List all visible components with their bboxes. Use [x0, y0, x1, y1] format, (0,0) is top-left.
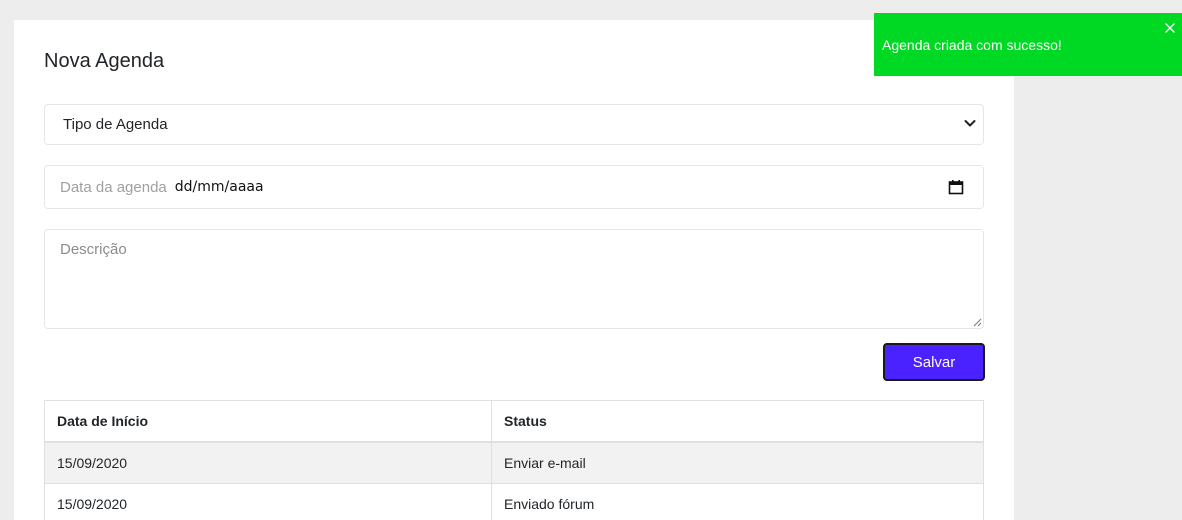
success-toast: Agenda criada com sucesso! [874, 13, 1182, 76]
chevron-down-icon [964, 120, 976, 127]
column-header-start-date: Data de Início [44, 400, 492, 443]
close-icon[interactable] [1164, 22, 1176, 34]
agenda-type-select[interactable]: Tipo de Agenda [44, 104, 984, 145]
column-header-status: Status [491, 400, 984, 443]
table-cell-status: Enviado fórum [491, 483, 984, 520]
page-title: Nova Agenda [44, 50, 165, 72]
table-row: 15/09/2020 Enviar e-mail [44, 441, 984, 484]
toast-message: Agenda criada com sucesso! [882, 37, 1062, 53]
table-header-row: Data de Início Status [44, 400, 984, 443]
agenda-date-label: Data da agenda [60, 178, 167, 196]
table-cell-status: Enviar e-mail [491, 441, 984, 484]
table-cell-start-date: 15/09/2020 [44, 483, 492, 520]
agenda-type-selected-value: Tipo de Agenda [63, 116, 168, 133]
description-textarea[interactable]: Descrição [44, 229, 984, 329]
table-cell-start-date: 15/09/2020 [44, 441, 492, 484]
agenda-table: Data de Início Status 15/09/2020 Enviar … [44, 400, 984, 520]
agenda-date-value[interactable]: dd/mm/aaaa [175, 179, 264, 195]
agenda-date-field[interactable]: Data da agenda dd/mm/aaaa [44, 165, 984, 209]
calendar-icon[interactable] [948, 179, 964, 195]
save-button[interactable]: Salvar [883, 343, 985, 381]
resize-handle-icon[interactable] [973, 318, 982, 327]
table-row: 15/09/2020 Enviado fórum [44, 483, 984, 520]
new-agenda-card: Nova Agenda Tipo de Agenda Data da agend… [14, 20, 1014, 520]
description-placeholder: Descrição [60, 241, 127, 258]
